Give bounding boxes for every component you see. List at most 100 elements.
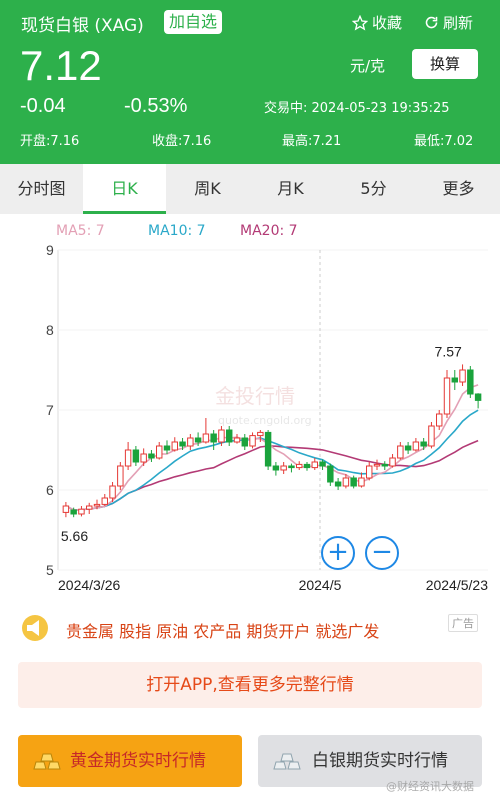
candle-body: [311, 461, 318, 469]
candle: [249, 432, 256, 449]
candle-body: [140, 453, 147, 463]
candle-body: [109, 485, 116, 499]
candle-body: [288, 465, 295, 469]
candle: [311, 458, 318, 470]
candle: [451, 370, 458, 390]
candle-body: [451, 377, 458, 383]
candle-body: [241, 437, 249, 447]
watermark-text: 金投行情: [215, 384, 295, 408]
candlestick-chart[interactable]: 金投行情 quote.cngold.org 9 8 7 6 5 7.57 5.66 2024/…: [0, 240, 500, 600]
candle-body: [467, 369, 474, 395]
open-app-button[interactable]: 打开APP,查看更多完整行情: [18, 662, 482, 708]
tab-monthly-k[interactable]: 月K: [249, 164, 332, 214]
gold-futures-button[interactable]: 黄金期货实时行情: [18, 735, 242, 787]
candle: [404, 442, 412, 454]
candle: [117, 462, 124, 490]
candle-body: [342, 477, 350, 487]
watermark-url: quote.cngold.org: [218, 414, 312, 427]
silver-bars-icon: [273, 753, 301, 770]
candle: [101, 494, 109, 506]
candle: [241, 434, 249, 450]
candle-body: [117, 465, 124, 487]
candle-body: [459, 369, 466, 383]
candle: [86, 502, 93, 514]
candle: [366, 462, 373, 481]
candle: [210, 430, 217, 450]
candle-body: [366, 465, 373, 479]
low-price: 最低:7.02: [414, 134, 474, 149]
candle-body: [171, 441, 179, 451]
add-watchlist-button[interactable]: 加自选: [164, 10, 223, 34]
watermark: @财经资讯大数据: [386, 780, 474, 793]
candle: [443, 370, 451, 418]
star-icon: [352, 14, 368, 31]
candle-body: [381, 463, 388, 467]
candle: [226, 426, 233, 446]
tab-5min[interactable]: 5分: [332, 164, 415, 214]
candle: [264, 430, 272, 470]
candle-body: [226, 429, 233, 443]
candle: [389, 454, 396, 468]
trade-time: 交易中: 2024-05-23 19:35:25: [264, 101, 450, 116]
candle: [187, 434, 194, 450]
candle-body: [334, 481, 342, 487]
candle-body: [420, 441, 427, 447]
refresh-icon: [425, 16, 438, 29]
tab-daily-k[interactable]: 日K: [83, 164, 166, 214]
candle: [132, 446, 140, 466]
candle-body: [163, 445, 171, 451]
candle: [202, 418, 210, 444]
ad-banner[interactable]: 贵金属 股指 原油 农产品 期货开户 就选广发 广告: [0, 604, 500, 652]
favorite-button[interactable]: 收藏: [352, 12, 402, 33]
candle: [428, 422, 435, 449]
candle: [358, 472, 365, 488]
header: 现货白银 (XAG) 加自选 收藏 刷新 7.12 元/克 换算 -0.04 -…: [0, 0, 500, 164]
candle-body: [443, 377, 451, 415]
candle-body: [93, 503, 101, 507]
candle-body: [101, 497, 109, 505]
candle-body: [358, 477, 365, 487]
convert-button[interactable]: 换算: [412, 49, 478, 79]
tab-intraday[interactable]: 分时图: [0, 164, 83, 214]
zoom-in-button[interactable]: +: [321, 536, 355, 570]
candle-body: [70, 509, 77, 515]
candle-body: [132, 449, 140, 463]
tab-weekly-k[interactable]: 周K: [166, 164, 249, 214]
candle: [350, 475, 357, 489]
candle-body: [389, 457, 396, 467]
y-tick-label: 5: [46, 562, 54, 578]
candle: [373, 459, 381, 470]
ad-text: 贵金属 股指 原油 农产品 期货开户 就选广发: [66, 622, 380, 641]
y-tick-label: 9: [46, 242, 54, 258]
candle-body: [124, 449, 132, 467]
candle-body: [249, 435, 256, 447]
candle: [62, 502, 70, 518]
high-price: 最高:7.21: [282, 134, 342, 149]
candle-body: [303, 463, 311, 469]
candle-body: [86, 505, 93, 510]
chart-watermark: 金投行情 quote.cngold.org: [215, 384, 312, 427]
candle-body: [233, 437, 241, 443]
y-tick-label: 6: [46, 482, 54, 498]
candle: [412, 438, 420, 452]
candle-body: [272, 465, 280, 471]
candle-body: [257, 431, 264, 437]
candle: [272, 462, 280, 476]
zoom-out-button[interactable]: −: [365, 536, 399, 570]
refresh-button[interactable]: 刷新: [424, 12, 473, 33]
candle-body: [156, 445, 163, 459]
tab-more[interactable]: 更多: [417, 164, 500, 214]
candle: [296, 461, 303, 470]
candle-body: [78, 508, 85, 515]
x-tick-label: 2024/5/23: [426, 577, 488, 593]
candle-body: [179, 441, 186, 447]
chart-grid: [57, 249, 488, 571]
candle: [233, 434, 241, 444]
chart-tabs: 分时图 日K 周K 月K 5分 更多: [0, 164, 500, 214]
candle: [171, 437, 179, 452]
favorite-label: 收藏: [372, 14, 403, 32]
ma10-legend: MA10: 7: [148, 223, 206, 239]
candle-body: [397, 445, 404, 459]
min-price-label: 5.66: [61, 528, 88, 544]
candle-body: [327, 465, 334, 483]
